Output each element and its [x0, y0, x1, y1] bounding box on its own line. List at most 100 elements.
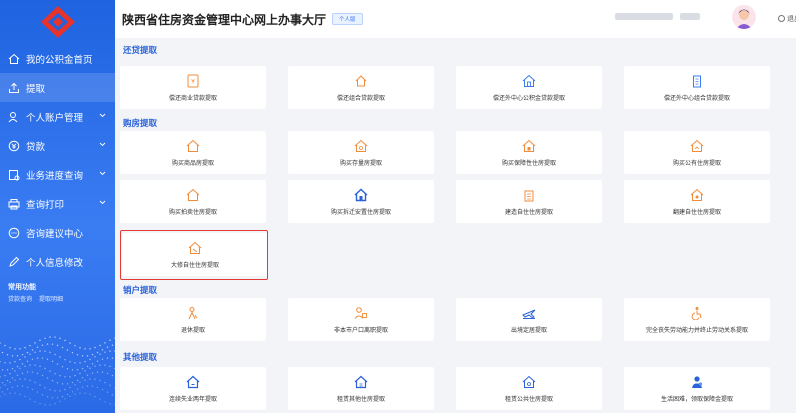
chevron-down-icon — [99, 200, 106, 205]
sidebar-item-account[interactable]: 个人账户管理 — [0, 102, 115, 131]
sidebar-item-progress[interactable]: 业务进度查询 — [0, 160, 115, 189]
house-icon — [689, 139, 705, 153]
sidebar-item-label: 查询打印 — [26, 199, 65, 211]
card-rent-public[interactable]: 租赁公共住房提取 — [456, 367, 602, 410]
card-build-own[interactable]: 建造自住住房提取 — [456, 180, 602, 223]
sidebar-item-consult[interactable]: 咨询建议中心 — [0, 218, 115, 247]
section-title-other: 其他提取 — [123, 353, 158, 363]
card-emigrate[interactable]: 出境定居提取 — [456, 298, 602, 341]
user-account-icon — [8, 111, 20, 123]
card-label: 偿还组合贷款提取 — [336, 95, 385, 102]
sidebar-item-label: 个人账户管理 — [26, 112, 84, 124]
card-repay-other-center[interactable]: 偿还外中心公积金贷款提取 — [456, 66, 602, 109]
card-unemployed[interactable]: 连续失业两年提取 — [120, 367, 266, 410]
sidebar-item-label: 提取 — [26, 83, 46, 95]
house-icon — [185, 188, 201, 202]
card-buy-relocation[interactable]: 购买拆迁安置住房提取 — [288, 180, 434, 223]
avatar-icon — [736, 9, 752, 29]
card-buy-public[interactable]: 购买公有住房提取 — [624, 131, 770, 174]
common-link[interactable]: 提取明细 — [39, 296, 63, 303]
card-buy-auction[interactable]: 购买拍卖住房提取 — [120, 180, 266, 223]
house-shield-icon — [521, 139, 537, 153]
card-label: 完全丧失劳动能力并终止劳动关系提取 — [645, 327, 748, 334]
decorative-wave — [0, 336, 115, 406]
house-repair-icon — [187, 241, 203, 255]
card-repay-other-combined[interactable]: 偿还外中心组合贷款提取 — [624, 66, 770, 109]
card-label: 购买拆迁安置住房提取 — [330, 209, 391, 216]
common-link[interactable]: 贷款查询 — [8, 296, 32, 303]
card-rebuild-own[interactable]: 翻建自住住房提取 — [624, 180, 770, 223]
house-hand-icon — [353, 74, 369, 88]
card-label: 出境定居提取 — [510, 327, 547, 334]
section-title-repay: 还贷提取 — [123, 46, 158, 56]
logout-button[interactable]: 退出 — [778, 14, 796, 24]
house-icon — [185, 375, 201, 389]
card-repay-commercial[interactable]: ¥ 偿还商业贷款提取 — [120, 66, 266, 109]
person-icon — [185, 306, 201, 320]
document-icon: ¥ — [185, 74, 201, 88]
card-buy-commercial[interactable]: 购买商品房提取 — [120, 131, 266, 174]
sidebar-item-home[interactable]: 我的公积金首页 — [0, 44, 115, 73]
house-icon — [185, 139, 201, 153]
card-label: 偿还商业贷款提取 — [168, 95, 217, 102]
card-label: 偿还外中心公积金贷款提取 — [492, 95, 565, 102]
card-label: 生活困难，领取保障金提取 — [660, 396, 733, 403]
page-title: 陕西省住房资金管理中心网上办事大厅 — [122, 12, 327, 27]
header: 陕西省住房资金管理中心网上办事大厅 个人版 退出 — [115, 0, 796, 38]
user-name-redacted — [615, 13, 673, 20]
card-buy-affordable[interactable]: 购买保障性住房提取 — [456, 131, 602, 174]
card-label: 租赁其他住房提取 — [336, 396, 385, 403]
card-label: 购买公有住房提取 — [672, 160, 721, 167]
card-nonlocal-leave[interactable]: 非本市户口离职提取 — [288, 298, 434, 341]
user-id-redacted — [680, 13, 700, 20]
sidebar-item-label: 咨询建议中心 — [26, 228, 84, 240]
sidebar-item-label: 个人信息修改 — [26, 257, 84, 269]
sidebar-item-label: 我的公积金首页 — [26, 54, 93, 66]
consult-icon — [8, 227, 20, 239]
card-repay-combined[interactable]: 偿还组合贷款提取 — [288, 66, 434, 109]
card-hardship[interactable]: 生活困难，领取保障金提取 — [624, 367, 770, 410]
section-title-close-account: 销户提取 — [123, 286, 158, 296]
building-icon — [521, 188, 537, 202]
card-label: 租赁公共住房提取 — [504, 396, 553, 403]
sidebar-item-print[interactable]: 查询打印 — [0, 189, 115, 218]
card-disability[interactable]: 完全丧失劳动能力并终止劳动关系提取 — [624, 298, 770, 341]
card-label: 购买保障性住房提取 — [501, 160, 556, 167]
svg-text:¥: ¥ — [191, 79, 195, 86]
card-label: 翻建自住住房提取 — [672, 209, 721, 216]
house-icon — [353, 188, 369, 202]
card-label: 连续失业两年提取 — [168, 396, 217, 403]
chevron-down-icon — [99, 113, 106, 118]
building-icon — [689, 74, 705, 88]
card-repair-own[interactable]: 大修自住住房提取 — [122, 233, 268, 276]
card-label: 购买存量房提取 — [339, 160, 382, 167]
version-badge: 个人版 — [332, 13, 363, 25]
card-label: 偿还外中心组合贷款提取 — [663, 95, 730, 102]
power-icon — [778, 15, 785, 22]
common-links: 贷款查询 提取明细 — [8, 294, 107, 303]
chevron-down-icon — [99, 142, 106, 147]
home-icon — [8, 53, 20, 65]
sidebar-menu: 我的公积金首页 提取 个人账户管理 贷款 业务进度查询 查询打印 咨询建议中心 … — [0, 44, 115, 276]
card-retire[interactable]: 退休提取 — [120, 298, 266, 341]
logo-icon — [40, 6, 75, 38]
edit-info-icon — [8, 256, 20, 268]
card-buy-existing[interactable]: 购买存量房提取 — [288, 131, 434, 174]
people-icon — [353, 306, 369, 320]
sidebar: 我的公积金首页 提取 个人账户管理 贷款 业务进度查询 查询打印 咨询建议中心 … — [0, 0, 115, 413]
plane-icon — [521, 306, 537, 320]
sidebar-item-label: 业务进度查询 — [26, 170, 84, 182]
house-icon — [521, 375, 537, 389]
avatar[interactable] — [732, 5, 756, 29]
sidebar-item-edit-info[interactable]: 个人信息修改 — [0, 247, 115, 276]
print-icon — [8, 198, 20, 210]
logout-label: 退出 — [787, 15, 796, 23]
loan-icon — [8, 140, 20, 152]
house-icon — [689, 188, 705, 202]
sidebar-item-loan[interactable]: 贷款 — [0, 131, 115, 160]
house-icon — [353, 375, 369, 389]
sidebar-item-withdraw[interactable]: 提取 — [0, 73, 115, 102]
progress-icon — [8, 169, 20, 181]
card-rent-other[interactable]: 租赁其他住房提取 — [288, 367, 434, 410]
withdraw-icon — [8, 82, 20, 94]
